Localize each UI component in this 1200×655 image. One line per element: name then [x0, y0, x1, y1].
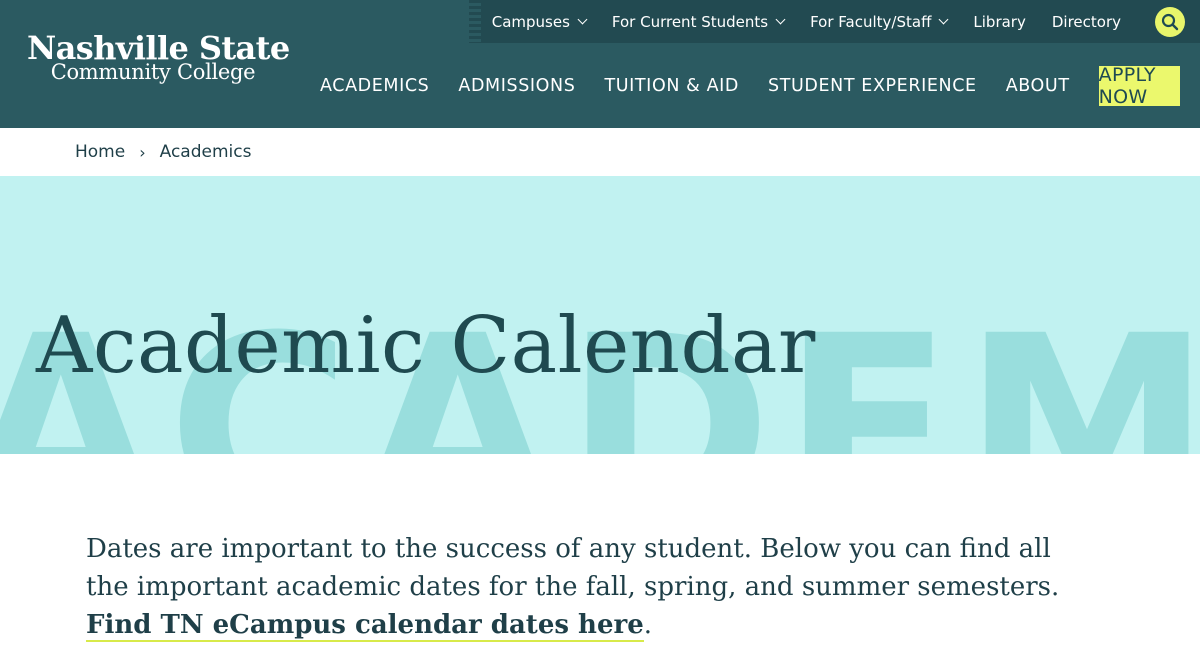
chevron-down-icon [577, 14, 588, 25]
utility-item-campuses[interactable]: Campuses [491, 12, 588, 31]
utility-item-label: For Faculty/Staff [810, 12, 932, 31]
utility-item-faculty-staff[interactable]: For Faculty/Staff [810, 12, 949, 31]
utility-item-label: Campuses [491, 12, 570, 31]
college-logo[interactable]: Nashville State Community College [27, 32, 290, 84]
chevron-down-icon [938, 14, 949, 25]
search-button[interactable] [1155, 6, 1185, 37]
intro-paragraph: Dates are important to the success of an… [86, 530, 1096, 644]
breadcrumb-home[interactable]: Home [75, 142, 125, 162]
nav-academics[interactable]: ACADEMICS [320, 76, 429, 96]
utility-item-current-students[interactable]: For Current Students [611, 12, 786, 31]
breadcrumb-academics[interactable]: Academics [160, 142, 252, 162]
chevron-down-icon [775, 14, 786, 25]
breadcrumb-separator-icon: › [139, 142, 146, 162]
utility-item-library[interactable]: Library [973, 13, 1025, 31]
hero-banner: ACADEMIC CA Academic Calendar [0, 176, 1200, 454]
nav-about[interactable]: ABOUT [1006, 76, 1070, 96]
intro-suffix: . [643, 610, 652, 640]
search-icon [1161, 13, 1179, 30]
nav-tuition-aid[interactable]: TUITION & AID [604, 76, 739, 96]
apply-now-button[interactable]: APPLY NOW [1098, 64, 1180, 108]
utility-nav: Campuses For Current Students For Facult… [469, 0, 1200, 43]
tn-ecampus-calendar-link[interactable]: Find TN eCampus calendar dates here [86, 610, 644, 642]
utility-item-label: For Current Students [611, 12, 769, 31]
site-header: Nashville State Community College Campus… [0, 0, 1200, 128]
logo-line-2: Community College [50, 60, 256, 84]
utility-item-directory[interactable]: Directory [1052, 13, 1121, 31]
breadcrumb: Home › Academics [0, 128, 1200, 176]
nav-student-experience[interactable]: STUDENT EXPERIENCE [768, 76, 977, 96]
main-nav: ACADEMICS ADMISSIONS TUITION & AID STUDE… [320, 64, 1180, 108]
nav-admissions[interactable]: ADMISSIONS [458, 76, 575, 96]
utility-item-label: Library [973, 12, 1026, 31]
intro-text: Dates are important to the success of an… [86, 534, 1060, 602]
page-title: Academic Calendar [36, 301, 816, 391]
utility-item-label: Directory [1051, 12, 1121, 31]
